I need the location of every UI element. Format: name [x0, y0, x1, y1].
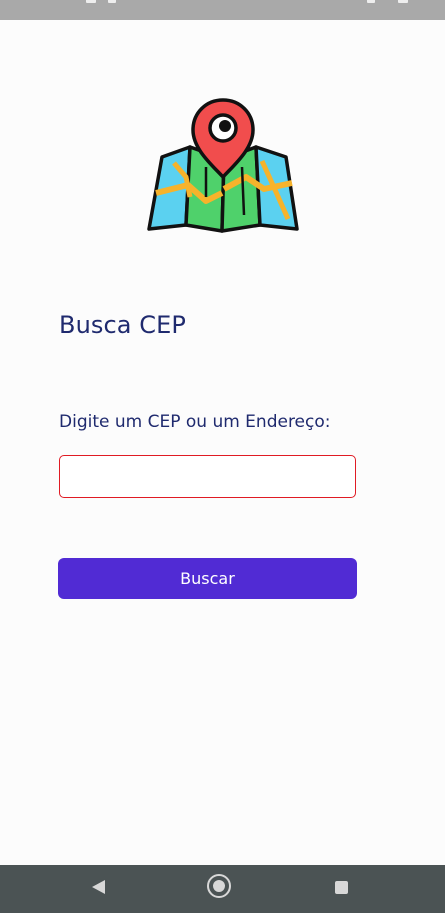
- cep-field-label: Digite um CEP ou um Endereço:: [59, 412, 331, 432]
- recents-icon[interactable]: [335, 881, 348, 894]
- back-icon[interactable]: [92, 880, 105, 894]
- status-bar: [0, 0, 445, 20]
- search-button[interactable]: Buscar: [58, 558, 357, 599]
- home-icon[interactable]: [207, 874, 231, 898]
- notification-icon: [108, 0, 116, 3]
- signal-icon: [367, 0, 375, 3]
- page-title: Busca CEP: [59, 311, 187, 339]
- notification-icon: [86, 0, 96, 3]
- battery-icon: [398, 0, 408, 3]
- map-pin-icon: [146, 97, 300, 235]
- app-screen: Busca CEP Digite um CEP ou um Endereço: …: [0, 0, 445, 913]
- navigation-bar: [0, 865, 445, 913]
- cep-input[interactable]: [59, 455, 356, 498]
